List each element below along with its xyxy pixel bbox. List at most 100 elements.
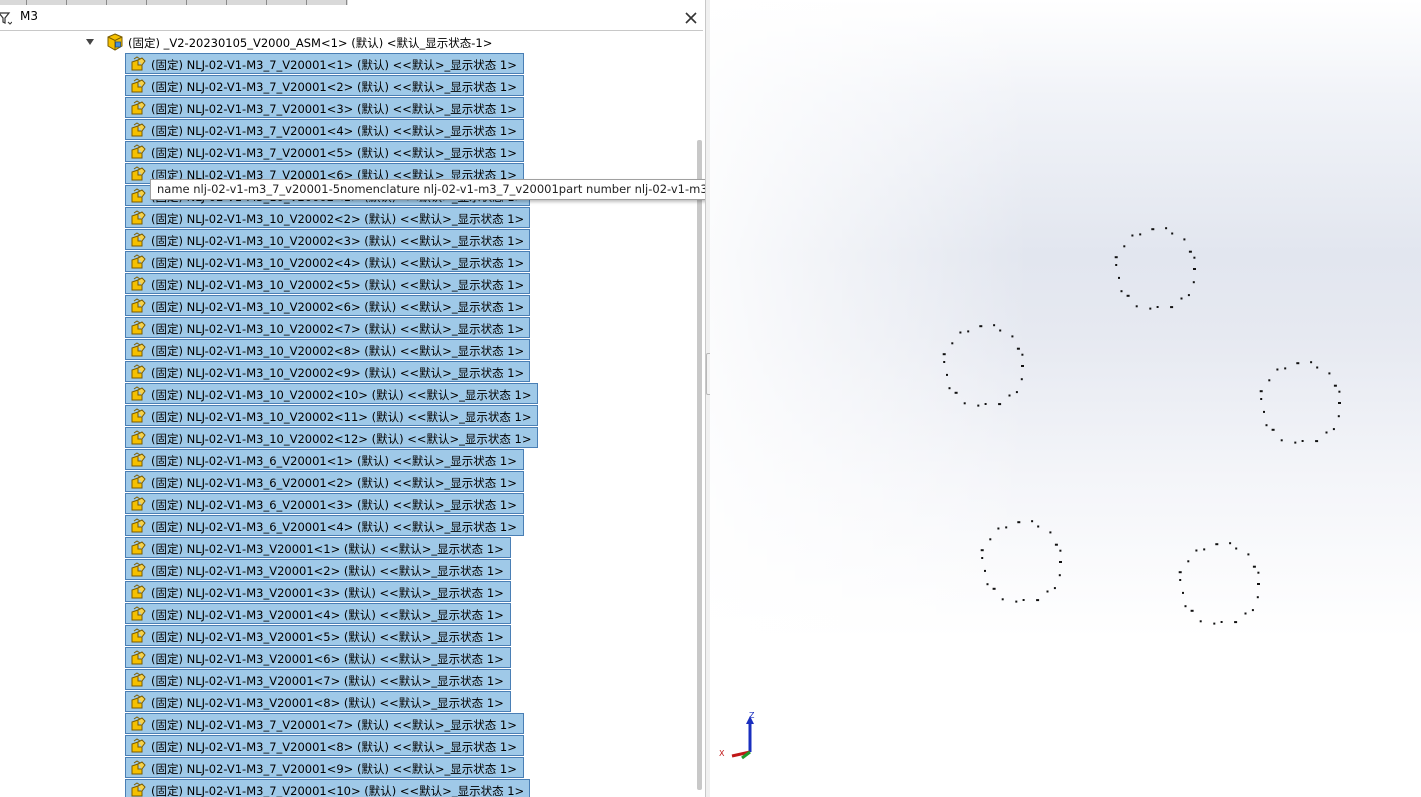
component-row[interactable]: (固定) NLJ-02-V1-M3_6_V20001<4> (默认) <<默认>… (125, 515, 524, 536)
hole-edge-dot (984, 569, 986, 572)
filter-bar: M3 (0, 5, 703, 31)
tree-scrollbar[interactable] (697, 140, 702, 790)
hole-edge-dot (1151, 228, 1155, 231)
hole-edge-dot (992, 587, 996, 590)
component-label: (固定) NLJ-02-V1-M3_7_V20001<1> (默认) <<默认>… (151, 58, 517, 72)
component-label: (固定) NLJ-02-V1-M3_7_V20001<10> (默认) <<默认… (151, 784, 525, 797)
fixed-part-icon (131, 716, 146, 731)
filter-input[interactable]: M3 (20, 9, 38, 23)
component-row[interactable]: (固定) NLJ-02-V1-M3_10_V20002<11> (默认) <<默… (125, 405, 538, 426)
hole-edge-dot (1171, 232, 1174, 235)
component-row[interactable]: (固定) NLJ-02-V1-M3_10_V20002<3> (默认) <<默认… (125, 229, 530, 250)
component-row[interactable]: (固定) NLJ-02-V1-M3_V20001<7> (默认) <<默认>_显… (125, 669, 511, 690)
hole-edge-dot (1054, 543, 1058, 546)
hole-edge-dot (1263, 410, 1265, 413)
hole-edge-dot (1271, 428, 1275, 431)
component-row[interactable]: (固定) NLJ-02-V1-M3_10_V20002<8> (默认) <<默认… (125, 339, 530, 360)
component-label: (固定) NLJ-02-V1-M3_10_V20002<7> (默认) <<默认… (151, 322, 525, 336)
hole-edge-dot (1276, 368, 1279, 371)
hole-edge-dot (1252, 565, 1256, 568)
hole-edge-dot (1005, 526, 1008, 529)
component-row[interactable]: (固定) NLJ-02-V1-M3_6_V20001<3> (默认) <<默认>… (125, 493, 524, 514)
component-row[interactable]: (固定) NLJ-02-V1-M3_7_V20001<9> (默认) <<默认>… (125, 757, 524, 778)
component-label: (固定) NLJ-02-V1-M3_V20001<3> (默认) <<默认>_显… (151, 586, 504, 600)
component-row[interactable]: (固定) NLJ-02-V1-M3_10_V20002<10> (默认) <<默… (125, 383, 538, 404)
component-label: (固定) NLJ-02-V1-M3_10_V20002<10> (默认) <<默… (151, 388, 532, 402)
hole-edge-dot (1120, 290, 1123, 293)
hole-edge-dot (1337, 415, 1340, 418)
component-row[interactable]: (固定) NLJ-02-V1-M3_V20001<1> (默认) <<默认>_显… (125, 537, 511, 558)
fixed-part-icon (131, 166, 146, 181)
fixed-part-icon (131, 606, 146, 621)
hole-edge-dot (1193, 256, 1196, 259)
component-row[interactable]: (固定) NLJ-02-V1-M3_7_V20001<2> (默认) <<默认>… (125, 75, 524, 96)
hole-edge-dot (989, 538, 992, 541)
expand-arrow-icon[interactable] (85, 38, 95, 46)
component-row[interactable]: (固定) NLJ-02-V1-M3_V20001<6> (默认) <<默认>_显… (125, 647, 511, 668)
hole-edge-dot (1182, 591, 1184, 594)
component-row[interactable]: (固定) NLJ-02-V1-M3_10_V20002<4> (默认) <<默认… (125, 251, 530, 272)
hole-edge-dot (1215, 543, 1219, 546)
hole-edge-dot (1328, 372, 1331, 375)
hole-edge-dot (1058, 574, 1061, 577)
component-label: (固定) NLJ-02-V1-M3_10_V20002<9> (默认) <<默认… (151, 366, 525, 380)
fixed-part-icon (131, 144, 146, 159)
component-label: (固定) NLJ-02-V1-M3_V20001<2> (默认) <<默认>_显… (151, 564, 504, 578)
fixed-part-icon (131, 672, 146, 687)
hole-edge-dot (1156, 306, 1159, 308)
component-row[interactable]: (固定) NLJ-02-V1-M3_10_V20002<7> (默认) <<默认… (125, 317, 530, 338)
fixed-part-icon (131, 474, 146, 489)
fixed-part-icon (131, 760, 146, 775)
hole-edge-dot (1022, 599, 1025, 601)
hole-edge-dot (999, 329, 1002, 332)
component-row[interactable]: (固定) NLJ-02-V1-M3_V20001<5> (默认) <<默认>_显… (125, 625, 511, 646)
component-row[interactable]: (固定) NLJ-02-V1-M3_10_V20002<6> (默认) <<默认… (125, 295, 530, 316)
hole-edge-dot (986, 583, 989, 586)
component-row[interactable]: (固定) NLJ-02-V1-M3_10_V20002<9> (默认) <<默认… (125, 361, 530, 382)
hole-edge-dot (993, 324, 996, 327)
component-row[interactable]: (固定) NLJ-02-V1-M3_7_V20001<1> (默认) <<默认>… (125, 53, 524, 74)
filter-icon[interactable] (0, 11, 12, 25)
component-row[interactable]: (固定) NLJ-02-V1-M3_V20001<3> (默认) <<默认>_显… (125, 581, 511, 602)
hole-edge-dot (1184, 605, 1187, 608)
feature-tree: (固定) _V2-20230105_V2000_ASM<1> (默认) <默认_… (0, 31, 697, 797)
component-row[interactable]: (固定) NLJ-02-V1-M3_V20001<8> (默认) <<默认>_显… (125, 691, 511, 712)
hole-edge-dot (1234, 621, 1238, 624)
hole-edge-dot (1115, 264, 1118, 266)
component-row[interactable]: (固定) NLJ-02-V1-M3_10_V20002<2> (默认) <<默认… (125, 207, 530, 228)
tree-root-assembly[interactable]: (固定) _V2-20230105_V2000_ASM<1> (默认) <默认_… (0, 31, 697, 53)
component-row[interactable]: (固定) NLJ-02-V1-M3_10_V20002<12> (默认) <<默… (125, 427, 538, 448)
hole-edge-dot (1294, 441, 1297, 444)
component-label: (固定) NLJ-02-V1-M3_7_V20001<2> (默认) <<默认>… (151, 80, 517, 94)
hole-edge-dot (1199, 620, 1202, 623)
component-row[interactable]: (固定) NLJ-02-V1-M3_10_V20002<5> (默认) <<默认… (125, 273, 530, 294)
close-icon[interactable] (682, 9, 700, 27)
component-row[interactable]: (固定) NLJ-02-V1-M3_7_V20001<7> (默认) <<默认>… (125, 713, 524, 734)
hole-edge-dot (1020, 378, 1023, 381)
component-row[interactable]: (固定) NLJ-02-V1-M3_7_V20001<4> (默认) <<默认>… (125, 119, 524, 140)
hole-edge-dot (1251, 609, 1254, 612)
hole-edge-dot (1193, 268, 1196, 270)
hole-edge-dot (1017, 521, 1021, 524)
fixed-part-icon (131, 540, 146, 555)
component-label: (固定) NLJ-02-V1-M3_10_V20002<11> (默认) <<默… (151, 410, 532, 424)
component-row[interactable]: (固定) NLJ-02-V1-M3_7_V20001<5> (默认) <<默认>… (125, 141, 524, 162)
hole-edge-dot (946, 373, 948, 376)
hole-edge-dot (1139, 233, 1142, 236)
hole-edge-dot (959, 331, 962, 334)
component-row[interactable]: (固定) NLJ-02-V1-M3_7_V20001<3> (默认) <<默认>… (125, 97, 524, 118)
graphics-viewport[interactable]: Z X (710, 0, 1421, 797)
component-row[interactable]: (固定) NLJ-02-V1-M3_6_V20001<2> (默认) <<默认>… (125, 471, 524, 492)
component-label: (固定) NLJ-02-V1-M3_7_V20001<7> (默认) <<默认>… (151, 718, 517, 732)
component-row[interactable]: (固定) NLJ-02-V1-M3_6_V20001<1> (默认) <<默认>… (125, 449, 524, 470)
component-row[interactable]: (固定) NLJ-02-V1-M3_V20001<2> (默认) <<默认>_显… (125, 559, 511, 580)
component-label: (固定) NLJ-02-V1-M3_V20001<7> (默认) <<默认>_显… (151, 674, 504, 688)
fixed-part-icon (131, 100, 146, 115)
component-row[interactable]: (固定) NLJ-02-V1-M3_V20001<4> (默认) <<默认>_显… (125, 603, 511, 624)
component-row[interactable]: (固定) NLJ-02-V1-M3_7_V20001<10> (默认) <<默认… (125, 779, 530, 797)
component-row[interactable]: (固定) NLJ-02-V1-M3_7_V20001<8> (默认) <<默认>… (125, 735, 524, 756)
hole-edge-dot (963, 402, 966, 405)
hole-edge-dot (1195, 549, 1198, 552)
hole-edge-dot (1333, 384, 1337, 387)
hole-edge-dot (1053, 587, 1056, 590)
